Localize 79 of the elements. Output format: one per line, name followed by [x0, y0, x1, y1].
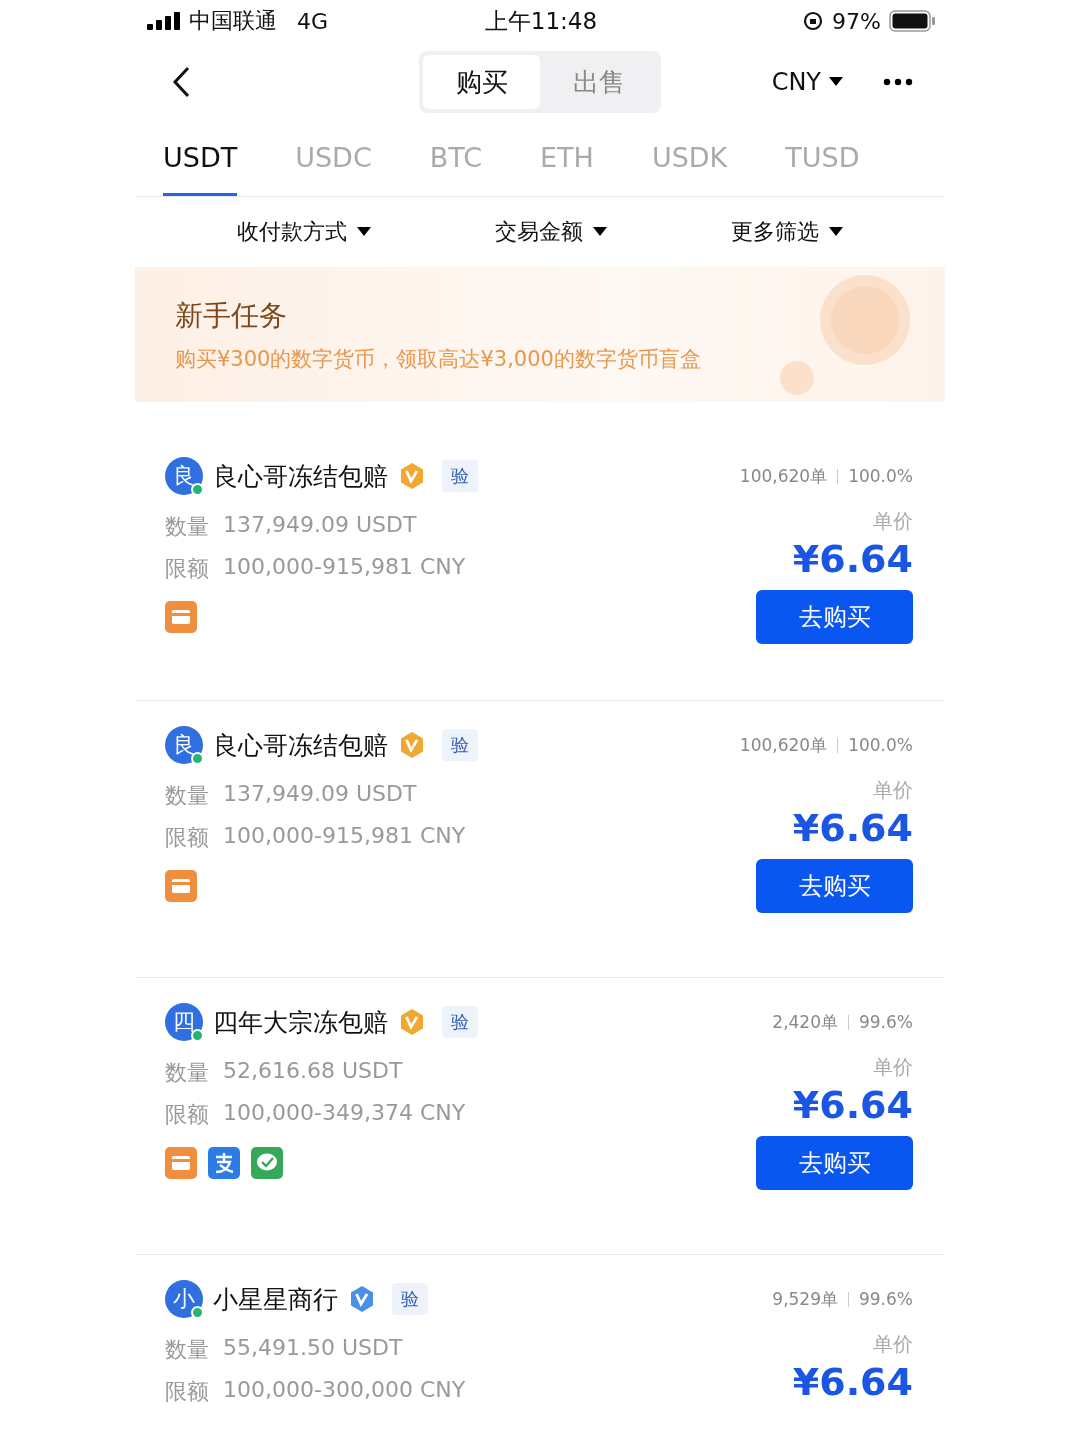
task-banner[interactable]: 新手任务 购买¥300的数字货币，领取高达¥3,000的数字货币盲盒: [135, 267, 945, 402]
limit-value: 100,000-915,981 CNY: [223, 554, 466, 581]
filter-dropdown[interactable]: 交易金额: [489, 216, 613, 248]
completion-rate: 99.6%: [859, 1012, 913, 1032]
order-count: 9,529单: [772, 1287, 838, 1311]
wechat-icon: [251, 1147, 283, 1179]
caret-icon: [593, 227, 607, 237]
buy-button[interactable]: 去购买: [756, 590, 913, 644]
bank-card-icon: [165, 1147, 197, 1179]
merchant-avatar[interactable]: 良: [165, 457, 203, 495]
battery-percent: 97%: [832, 8, 881, 34]
buy-button[interactable]: 去购买: [756, 1136, 913, 1190]
limit-label: 限额: [165, 824, 209, 852]
banner-text: 购买¥300的数字货币，领取高达¥3,000的数字货币盲盒: [175, 345, 701, 373]
merchant-name[interactable]: 小星星商行: [213, 1282, 338, 1316]
price: ¥6.64: [792, 1083, 913, 1127]
price: ¥6.64: [792, 537, 913, 581]
segment-tab[interactable]: 出售: [540, 55, 657, 109]
merchant-name[interactable]: 良心哥冻结包赔: [213, 459, 388, 493]
more-icon[interactable]: [883, 78, 913, 86]
merchant-name[interactable]: 良心哥冻结包赔: [213, 728, 388, 762]
back-icon[interactable]: [171, 65, 191, 99]
limit-value: 100,000-300,000 CNY: [223, 1377, 466, 1404]
carrier-name: 中国联通: [189, 7, 277, 35]
unit-price-label: 单价: [873, 1331, 913, 1358]
verify-tag: 验: [442, 1006, 478, 1038]
verify-tag: 验: [392, 1283, 428, 1315]
unit-price-label: 单价: [873, 777, 913, 804]
price: ¥6.64: [792, 806, 913, 850]
verify-tag: 验: [442, 729, 478, 761]
coin-tab[interactable]: USDT: [163, 122, 238, 196]
alipay-icon: [208, 1147, 240, 1179]
merchant-avatar[interactable]: 良: [165, 726, 203, 764]
caret-icon: [829, 77, 843, 87]
status-time: 上午11:48: [484, 6, 598, 36]
limit-label: 限额: [165, 1378, 209, 1406]
quantity-value: 137,949.09 USDT: [223, 781, 417, 808]
signal-icon: [147, 12, 181, 30]
limit-label: 限额: [165, 1101, 209, 1129]
merchant-avatar[interactable]: 四: [165, 1003, 203, 1041]
unit-price-label: 单价: [873, 1054, 913, 1081]
completion-rate: 100.0%: [848, 466, 913, 486]
limit-label: 限额: [165, 555, 209, 583]
completion-rate: 99.6%: [859, 1289, 913, 1309]
price: ¥6.64: [792, 1360, 913, 1404]
bank-card-icon: [165, 601, 197, 633]
merchant-avatar[interactable]: 小: [165, 1280, 203, 1318]
segment-tab[interactable]: 购买: [423, 55, 540, 109]
filter-dropdown[interactable]: 收付款方式: [231, 216, 377, 248]
quantity-value: 55,491.50 USDT: [223, 1335, 403, 1362]
bank-card-icon: [165, 870, 197, 902]
filter-dropdown[interactable]: 更多筛选: [725, 216, 849, 248]
quantity-label: 数量: [165, 1059, 209, 1087]
caret-icon: [357, 227, 371, 237]
verify-tag: 验: [442, 460, 478, 492]
quantity-value: 52,616.68 USDT: [223, 1058, 403, 1085]
buy-button[interactable]: 去购买: [756, 859, 913, 913]
network-type: 4G: [297, 8, 329, 34]
verified-badge-icon: [398, 731, 426, 759]
verified-badge-icon: [348, 1285, 376, 1313]
verified-badge-icon: [398, 462, 426, 490]
unit-price-label: 单价: [873, 508, 913, 535]
order-count: 2,420单: [772, 1010, 838, 1034]
limit-value: 100,000-349,374 CNY: [223, 1100, 466, 1127]
limit-value: 100,000-915,981 CNY: [223, 823, 466, 850]
quantity-label: 数量: [165, 513, 209, 541]
banner-title: 新手任务: [175, 297, 288, 334]
quantity-label: 数量: [165, 1336, 209, 1364]
merchant-name[interactable]: 四年大宗冻包赔: [213, 1005, 388, 1039]
completion-rate: 100.0%: [848, 735, 913, 755]
caret-icon: [829, 227, 843, 237]
currency-dropdown[interactable]: CNY: [771, 68, 843, 96]
battery-icon: [889, 10, 935, 32]
rotation-lock-icon: [802, 10, 825, 32]
quantity-label: 数量: [165, 782, 209, 810]
order-count: 100,620单: [739, 464, 828, 488]
order-count: 100,620单: [739, 733, 828, 757]
verified-badge-icon: [398, 1008, 426, 1036]
quantity-value: 137,949.09 USDT: [223, 512, 417, 539]
